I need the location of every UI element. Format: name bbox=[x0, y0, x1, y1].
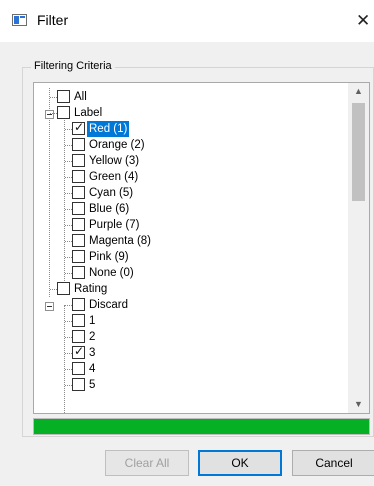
checkbox[interactable]: ✓ bbox=[72, 344, 85, 359]
tree-connector bbox=[65, 241, 72, 242]
tree-connector bbox=[50, 289, 57, 290]
checkbox[interactable] bbox=[72, 330, 85, 343]
filter-window-icon bbox=[12, 14, 27, 26]
tree-connector bbox=[65, 161, 72, 162]
checkbox[interactable] bbox=[72, 250, 85, 263]
close-icon[interactable]: ✕ bbox=[356, 8, 374, 34]
tree-item[interactable]: ✓ 3 bbox=[34, 344, 348, 361]
tree-connector bbox=[65, 209, 72, 210]
tree-item[interactable]: Magenta (8) bbox=[34, 233, 348, 249]
tree-connector bbox=[50, 113, 57, 114]
tree-connector bbox=[65, 385, 72, 386]
group-label: Filtering Criteria bbox=[31, 60, 115, 72]
tree-item-label: Green (4) bbox=[89, 171, 139, 183]
tree-item[interactable]: Pink (9) bbox=[34, 249, 348, 265]
tree-item[interactable]: Purple (7) bbox=[34, 217, 348, 233]
tree-item[interactable]: Blue (6) bbox=[34, 201, 348, 217]
tree-item-label: Rating bbox=[74, 283, 108, 295]
tree-connector bbox=[65, 145, 72, 146]
tree-connector bbox=[50, 97, 57, 98]
tree-connector bbox=[65, 225, 72, 226]
tree-connector bbox=[65, 305, 72, 306]
checkbox[interactable]: ✓ bbox=[72, 120, 85, 135]
tree-item-label: 3 bbox=[89, 347, 96, 359]
tree-connector bbox=[65, 177, 72, 178]
tree-items: All Label ✓ Red (1) Orange (2) Yellow (3) Gree… bbox=[34, 83, 348, 413]
ok-button[interactable]: OK bbox=[198, 450, 282, 476]
checkmark-icon: ✓ bbox=[74, 120, 85, 134]
tree-item-label: Yellow (3) bbox=[89, 155, 140, 167]
tree-connector bbox=[65, 353, 72, 354]
tree-item-label: Pink (9) bbox=[89, 251, 129, 263]
tree-item-label: 1 bbox=[89, 315, 96, 327]
checkbox[interactable] bbox=[72, 138, 85, 151]
checkbox[interactable] bbox=[57, 90, 70, 103]
tree-item[interactable]: 1 bbox=[34, 313, 348, 329]
tree-item-label: All bbox=[74, 91, 87, 103]
tree-item-label: Orange (2) bbox=[89, 139, 145, 151]
tree-item[interactable]: Green (4) bbox=[34, 169, 348, 185]
checkbox[interactable] bbox=[72, 234, 85, 247]
tree-connector bbox=[65, 337, 72, 338]
tree-item[interactable]: Rating bbox=[34, 281, 348, 297]
tree-item-label: Discard bbox=[89, 299, 128, 311]
scroll-down-icon[interactable]: ▼ bbox=[348, 396, 369, 413]
checkmark-icon: ✓ bbox=[74, 344, 85, 358]
tree-item[interactable]: Label bbox=[34, 105, 348, 121]
checkbox[interactable] bbox=[72, 378, 85, 391]
scroll-up-icon[interactable]: ▲ bbox=[348, 83, 369, 100]
checkbox[interactable] bbox=[72, 170, 85, 183]
tree-item[interactable]: ✓ Red (1) bbox=[34, 120, 348, 137]
checkbox[interactable] bbox=[72, 154, 85, 167]
tree-item[interactable]: All bbox=[34, 89, 348, 105]
tree-item[interactable]: Discard bbox=[34, 297, 348, 313]
checkbox[interactable] bbox=[72, 314, 85, 327]
tree-connector bbox=[65, 193, 72, 194]
tree-item-label: Red (1) bbox=[87, 121, 130, 137]
cancel-button[interactable]: Cancel bbox=[292, 450, 374, 476]
checkbox[interactable] bbox=[72, 362, 85, 375]
checkbox[interactable] bbox=[72, 266, 85, 279]
tree-item-label: 2 bbox=[89, 331, 96, 343]
criteria-tree[interactable]: All Label ✓ Red (1) Orange (2) Yellow (3) Gree… bbox=[33, 82, 370, 414]
checkbox[interactable] bbox=[72, 186, 85, 199]
tree-item-label: Cyan (5) bbox=[89, 187, 134, 199]
tree-item[interactable]: 2 bbox=[34, 329, 348, 345]
tree-item-label: Magenta (8) bbox=[89, 235, 152, 247]
checkbox[interactable] bbox=[72, 218, 85, 231]
tree-item[interactable]: 5 bbox=[34, 377, 348, 393]
tree-connector bbox=[65, 257, 72, 258]
tree-item-label: 5 bbox=[89, 379, 96, 391]
title-bar: Filter ✕ bbox=[0, 0, 374, 42]
clear-all-button[interactable]: Clear All bbox=[105, 450, 189, 476]
tree-item[interactable]: Yellow (3) bbox=[34, 153, 348, 169]
checkbox[interactable] bbox=[72, 202, 85, 215]
window-title: Filter bbox=[37, 12, 69, 28]
tree-item[interactable]: Orange (2) bbox=[34, 137, 348, 153]
tree-item[interactable]: Cyan (5) bbox=[34, 185, 348, 201]
tree-item-label: Purple (7) bbox=[89, 219, 140, 231]
tree-connector bbox=[65, 321, 72, 322]
tree-connector bbox=[65, 129, 72, 130]
progress-fill bbox=[34, 419, 369, 434]
checkbox[interactable] bbox=[72, 298, 85, 311]
progress-bar bbox=[33, 418, 370, 435]
tree-item-label: 4 bbox=[89, 363, 96, 375]
scroll-thumb[interactable] bbox=[352, 103, 365, 201]
vertical-scrollbar[interactable]: ▲ ▼ bbox=[348, 83, 369, 413]
tree-item-label: Blue (6) bbox=[89, 203, 130, 215]
tree-connector bbox=[65, 369, 72, 370]
tree-connector bbox=[65, 273, 72, 274]
tree-item[interactable]: 4 bbox=[34, 361, 348, 377]
tree-item[interactable]: None (0) bbox=[34, 265, 348, 281]
tree-item-label: Label bbox=[74, 107, 103, 119]
tree-item-label: None (0) bbox=[89, 267, 134, 279]
checkbox[interactable] bbox=[57, 106, 70, 119]
checkbox[interactable] bbox=[57, 282, 70, 295]
